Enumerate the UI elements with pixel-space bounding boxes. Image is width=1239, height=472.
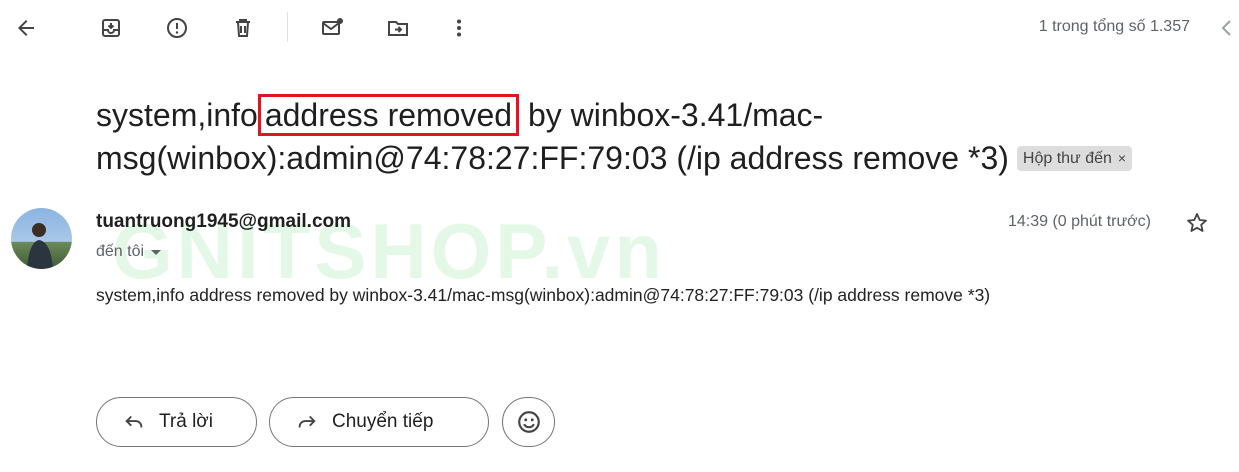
inbox-label: Hộp thư đến ×	[1016, 146, 1133, 171]
previous-chevron-icon[interactable]	[1215, 8, 1239, 48]
archive-icon[interactable]	[91, 8, 131, 48]
message-time: 14:39 (0 phút trước)	[1007, 213, 1151, 230]
highlighted-phrase: address removed	[257, 94, 520, 136]
forward-button[interactable]: Chuyển tiếp	[269, 397, 489, 447]
message-body: system,info address removed by winbox-3.…	[96, 285, 991, 305]
recipient-details[interactable]: đến tôi	[96, 243, 162, 261]
subject-prefix: system,info	[96, 97, 258, 133]
delete-icon[interactable]	[223, 8, 263, 48]
smiley-icon	[517, 411, 540, 433]
forward-label: Chuyển tiếp	[332, 411, 434, 432]
sender-email[interactable]: tuantruong1945@gmail.com	[96, 211, 351, 233]
reply-button[interactable]: Trả lời	[96, 397, 257, 447]
forward-arrow-icon	[298, 415, 316, 428]
report-spam-icon[interactable]	[157, 8, 197, 48]
back-arrow-icon[interactable]	[6, 8, 46, 48]
star-icon[interactable]	[1177, 203, 1217, 243]
remove-label-icon[interactable]: ×	[1118, 150, 1126, 166]
caret-down-icon	[151, 250, 162, 255]
emoji-reaction-button[interactable]	[502, 397, 555, 447]
recipient-text: đến tôi	[96, 243, 145, 260]
more-options-icon[interactable]	[439, 8, 479, 48]
sender-avatar[interactable]	[11, 208, 72, 269]
mark-unread-icon[interactable]	[312, 8, 352, 48]
pagination-text: 1 trong tổng số 1.357	[1038, 18, 1190, 35]
inbox-label-text: Hộp thư đến	[1022, 150, 1112, 167]
reply-arrow-icon	[125, 415, 143, 428]
move-to-icon[interactable]	[378, 8, 418, 48]
reply-label: Trả lời	[159, 411, 213, 432]
toolbar-divider	[287, 12, 288, 42]
email-subject: system,info address removed by winbox-3.4…	[96, 94, 1186, 180]
